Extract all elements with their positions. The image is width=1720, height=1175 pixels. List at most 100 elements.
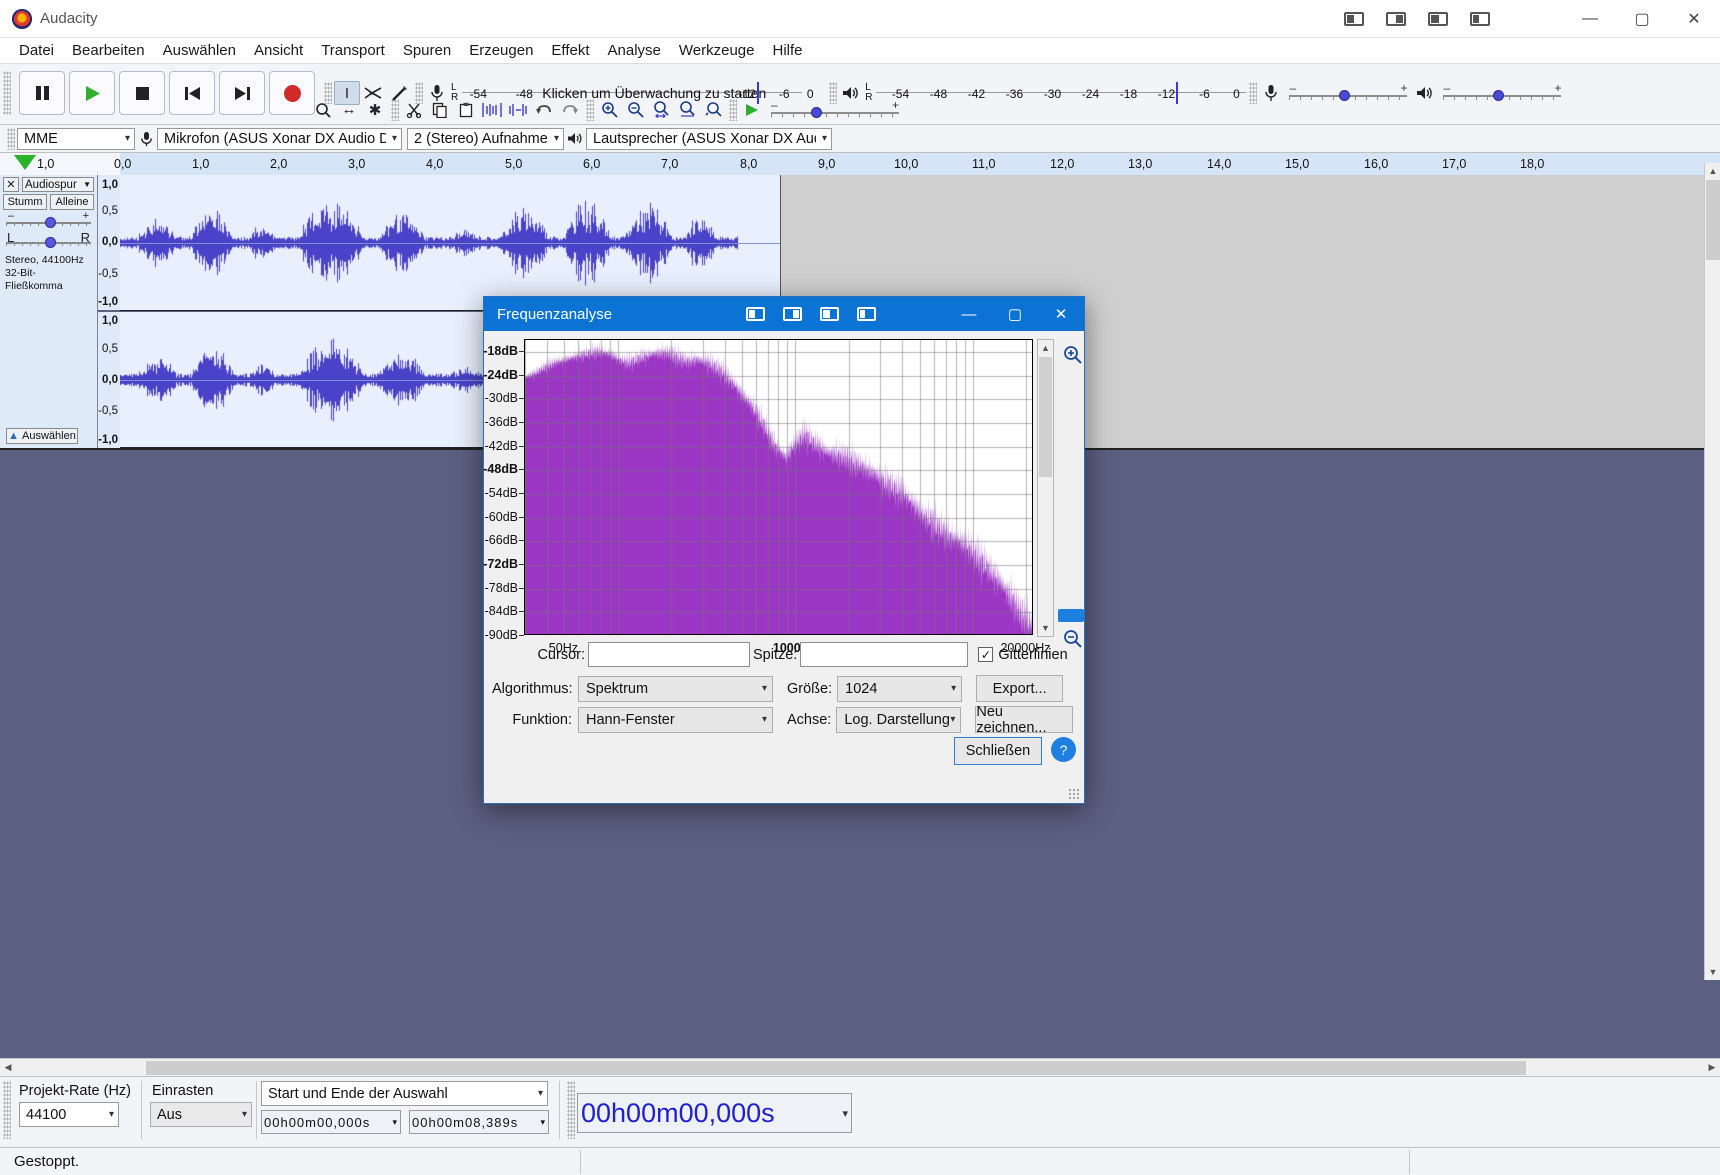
dialog-close-button[interactable]: ✕ <box>1038 297 1084 331</box>
snap-left-icon[interactable] <box>1344 12 1364 26</box>
size-select[interactable]: 1024 ▾ <box>837 675 963 702</box>
scroll-left-icon[interactable]: ◀ <box>0 1059 16 1076</box>
scroll-up-icon[interactable]: ▲ <box>1038 340 1053 356</box>
copy-button[interactable] <box>427 98 453 122</box>
mute-button[interactable]: Stumm <box>3 194 47 210</box>
dialog-close-action-button[interactable]: Schließen <box>954 737 1042 765</box>
snap-select[interactable]: Aus ▾ <box>150 1102 252 1127</box>
function-select[interactable]: Hann-Fenster ▾ <box>578 706 773 733</box>
vertical-scroll-thumb[interactable] <box>1706 180 1720 260</box>
multi-tool-button[interactable]: ✱ <box>362 98 388 122</box>
chevron-down-icon[interactable]: ▾ <box>842 1107 848 1120</box>
spectrum-horizontal-handle[interactable] <box>1058 609 1084 622</box>
export-button[interactable]: Export... <box>976 675 1064 702</box>
mixer-grip[interactable] <box>1249 82 1258 104</box>
chevron-down-icon[interactable]: ▾ <box>392 1117 398 1128</box>
gridlines-checkbox[interactable]: ✓ <box>978 647 994 662</box>
scroll-down-icon[interactable]: ▼ <box>1038 620 1053 636</box>
skip-to-start-button[interactable] <box>169 71 215 115</box>
menu-spuren[interactable]: Spuren <box>394 39 460 62</box>
replot-button[interactable]: Neu zeichnen... <box>975 704 1074 736</box>
selection-mode-select[interactable]: Start und Ende der Auswahl ▾ <box>261 1081 548 1106</box>
menu-analyse[interactable]: Analyse <box>599 39 670 62</box>
track-close-icon[interactable]: ✕ <box>3 177 19 192</box>
audio-host-select[interactable]: MME ▾ <box>17 127 135 150</box>
play-speed-slider[interactable]: – + <box>771 98 899 121</box>
cursor-value-field[interactable] <box>588 642 750 667</box>
device-grip[interactable] <box>7 127 15 150</box>
recording-meter[interactable]: LR -54 -48 Klicken um Überwachung zu sta… <box>425 79 826 107</box>
playback-volume-slider[interactable]: – + <box>1443 81 1562 104</box>
pause-button[interactable] <box>19 71 65 115</box>
playback-device-select[interactable]: Lautsprecher (ASUS Xonar DX Aud ▾ <box>586 127 832 150</box>
algorithm-select[interactable]: Spektrum ▾ <box>578 675 773 702</box>
menu-auswaehlen[interactable]: Auswählen <box>154 39 245 62</box>
menu-bearbeiten[interactable]: Bearbeiten <box>63 39 154 62</box>
playhead-triangle-icon[interactable] <box>14 155 36 170</box>
spectrum-graph[interactable] <box>524 339 1033 635</box>
menu-ansicht[interactable]: Ansicht <box>245 39 312 62</box>
track-name-menu[interactable]: Audiospur ▼ <box>22 177 94 192</box>
track-select-button[interactable]: ▲ Auswählen <box>6 428 78 444</box>
audio-position-field[interactable]: 00h00m00,000s ▾ <box>577 1093 852 1133</box>
zoom-tool-button[interactable] <box>310 98 336 122</box>
recording-volume-slider[interactable]: – + <box>1289 81 1408 104</box>
stop-button[interactable] <box>119 71 165 115</box>
snap-half-left-icon[interactable] <box>1428 12 1448 26</box>
track-pan-slider[interactable]: L R <box>6 230 91 250</box>
scroll-right-icon[interactable]: ▶ <box>1704 1059 1720 1076</box>
snap-right-icon[interactable] <box>1386 12 1406 26</box>
close-button[interactable]: ✕ <box>1668 0 1720 38</box>
help-icon[interactable]: ? <box>1051 737 1076 762</box>
menu-hilfe[interactable]: Hilfe <box>763 39 811 62</box>
scroll-down-icon[interactable]: ▼ <box>1705 964 1720 980</box>
selection-grip[interactable] <box>3 1081 11 1139</box>
dialog-resize-grip[interactable] <box>1068 788 1080 800</box>
project-rate-select[interactable]: 44100 ▾ <box>19 1102 119 1127</box>
menu-effekt[interactable]: Effekt <box>542 39 598 62</box>
cut-button[interactable] <box>401 98 427 122</box>
selection-start-field[interactable]: 00h00m00,000s ▾ <box>261 1110 401 1134</box>
window-titlebar: Audacity — ▢ ✕ <box>0 0 1720 38</box>
maximize-button[interactable]: ▢ <box>1616 0 1668 38</box>
menu-werkzeuge[interactable]: Werkzeuge <box>670 39 764 62</box>
edit-grip[interactable] <box>391 98 399 121</box>
waveform-left-channel[interactable] <box>120 175 780 311</box>
snap-left-icon[interactable] <box>746 307 765 321</box>
track-gain-slider[interactable]: – + <box>6 210 91 230</box>
menu-transport[interactable]: Transport <box>312 39 394 62</box>
play-button[interactable] <box>69 71 115 115</box>
spectrum-zoom-in-icon[interactable] <box>1059 341 1085 367</box>
audacity-logo-icon <box>12 8 32 29</box>
chevron-down-icon[interactable]: ▾ <box>540 1117 546 1128</box>
solo-button[interactable]: Alleine <box>50 194 94 210</box>
horizontal-scroll-thumb[interactable] <box>146 1061 1526 1075</box>
axis-select[interactable]: Log. Darstellung ▾ <box>836 706 962 733</box>
timeshift-tool-button[interactable]: ↔ <box>336 98 362 122</box>
selection-end-field[interactable]: 00h00m08,389s ▾ <box>409 1110 549 1134</box>
recording-channels-select[interactable]: 2 (Stereo) Aufnahmek ▾ <box>407 127 564 150</box>
dialog-maximize-button[interactable]: ▢ <box>992 297 1038 331</box>
dialog-minimize-button[interactable]: — <box>946 297 992 331</box>
scroll-up-icon[interactable]: ▲ <box>1705 163 1720 179</box>
vertical-scrollbar[interactable]: ▲ ▼ <box>1704 163 1720 980</box>
snap-half-right-icon[interactable] <box>1470 12 1490 26</box>
snap-right-icon[interactable] <box>783 307 802 321</box>
timeline-ruler[interactable]: 1,0 0,0 1,0 2,0 3,0 4,0 5,0 6,0 7,0 8,0 … <box>0 153 1720 175</box>
record-button[interactable] <box>269 71 315 115</box>
playback-meter[interactable]: LR -54 -48 -42 -36 -30 -24 -18 -12 -6 0 <box>839 79 1247 107</box>
menu-datei[interactable]: Datei <box>10 39 63 62</box>
db-tick-label: -54dB <box>484 485 518 500</box>
snap-half-right-icon[interactable] <box>857 307 876 321</box>
horizontal-scrollbar[interactable]: ◀ ▶ <box>0 1058 1720 1076</box>
snap-half-left-icon[interactable] <box>820 307 839 321</box>
minimize-button[interactable]: — <box>1564 0 1616 38</box>
recording-device-select[interactable]: Mikrofon (ASUS Xonar DX Audio D ▾ <box>157 127 402 150</box>
spectrum-vertical-scrollbar[interactable]: ▲ ▼ <box>1037 339 1054 637</box>
skip-to-end-button[interactable] <box>219 71 265 115</box>
time-grip[interactable] <box>567 1081 575 1139</box>
spectrum-scroll-thumb[interactable] <box>1039 357 1052 477</box>
transport-grip[interactable] <box>3 71 11 115</box>
peak-value-field[interactable] <box>800 642 969 667</box>
menu-erzeugen[interactable]: Erzeugen <box>460 39 542 62</box>
